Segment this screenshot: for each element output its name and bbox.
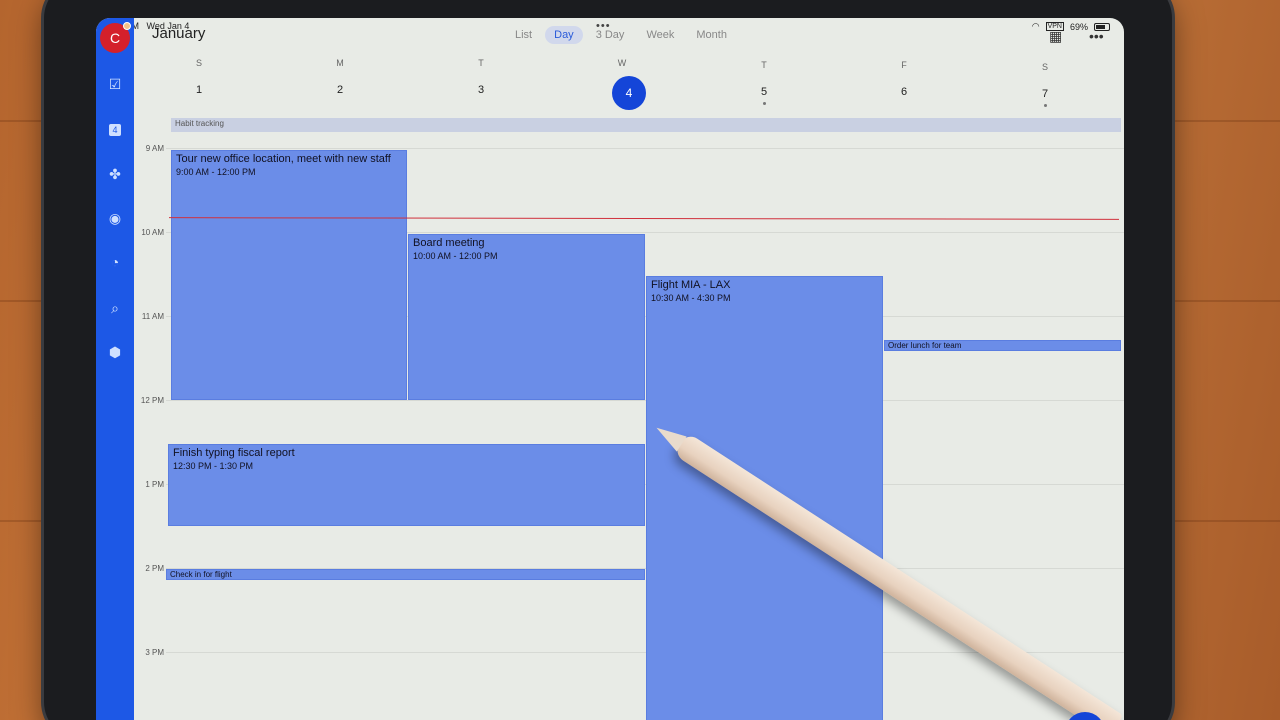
allday-event[interactable]: Habit tracking (171, 118, 1121, 132)
hour-label: 1 PM (145, 480, 164, 489)
clock-icon[interactable]: ◔ (105, 252, 125, 272)
battery-percent: 69% (1069, 21, 1088, 32)
event-indicator-dot (763, 102, 766, 105)
notification-dot (123, 22, 131, 30)
wifi-icon: ◠ (1031, 21, 1040, 31)
focus-icon[interactable]: ◉ (105, 208, 125, 228)
calendar-icon[interactable]: 4 (105, 118, 125, 138)
day-header-fri[interactable]: F 6 (884, 60, 924, 98)
event-indicator-dot (1044, 104, 1047, 107)
day-header-sat[interactable]: S 7 (1025, 62, 1065, 100)
today-date-circle[interactable]: 4 (612, 76, 646, 110)
tab-day[interactable]: Day (545, 26, 583, 44)
tab-month[interactable]: Month (687, 26, 736, 44)
avatar[interactable]: C (100, 22, 131, 53)
tab-week[interactable]: Week (637, 26, 683, 44)
event-block[interactable]: Order lunch for team (884, 340, 1121, 351)
month-title: January (152, 25, 206, 42)
event-block[interactable]: Check in for flight (166, 569, 645, 580)
view-tabs: List Day 3 Day Week Month (506, 26, 740, 44)
settings-icon[interactable]: ⬢ (105, 342, 125, 362)
day-header-thu[interactable]: T 5 (744, 60, 784, 98)
event-block[interactable]: Board meeting 10:00 AM - 12:00 PM (408, 234, 645, 400)
hour-label: 12 PM (140, 396, 164, 405)
sidebar: C ☑ 4 ✤ ◉ ◔ ⌕ ⬢ (96, 18, 134, 720)
hour-label: 2 PM (145, 564, 164, 573)
more-menu-icon[interactable]: ••• (1089, 28, 1104, 44)
calendar-screen: 9:51 AM Wed Jan 4 ••• ◠ VPN 69% C ☑ 4 ✤ … (96, 18, 1124, 720)
event-block[interactable]: Tour new office location, meet with new … (171, 150, 407, 400)
hour-label: 3 PM (145, 648, 164, 657)
tab-list[interactable]: List (506, 26, 541, 44)
event-block[interactable]: Finish typing fiscal report 12:30 PM - 1… (168, 444, 645, 526)
day-header-sun[interactable]: S 1 (179, 58, 219, 96)
hour-label: 9 AM (145, 144, 164, 153)
day-header-wed[interactable]: W (602, 58, 642, 68)
apps-icon[interactable]: ✤ (105, 164, 125, 184)
hour-label: 11 AM (141, 312, 164, 321)
day-header-mon[interactable]: M 2 (320, 58, 360, 96)
tab-3day[interactable]: 3 Day (587, 26, 634, 44)
checkbox-icon[interactable]: ☑ (105, 74, 125, 94)
calendar-picker-icon[interactable]: ▦ (1049, 28, 1062, 45)
hour-label: 10 AM (141, 228, 164, 237)
day-header-tue[interactable]: T 3 (461, 58, 501, 96)
search-icon[interactable]: ⌕ (105, 298, 125, 318)
ipad-device: 9:51 AM Wed Jan 4 ••• ◠ VPN 69% C ☑ 4 ✤ … (44, 0, 1172, 720)
